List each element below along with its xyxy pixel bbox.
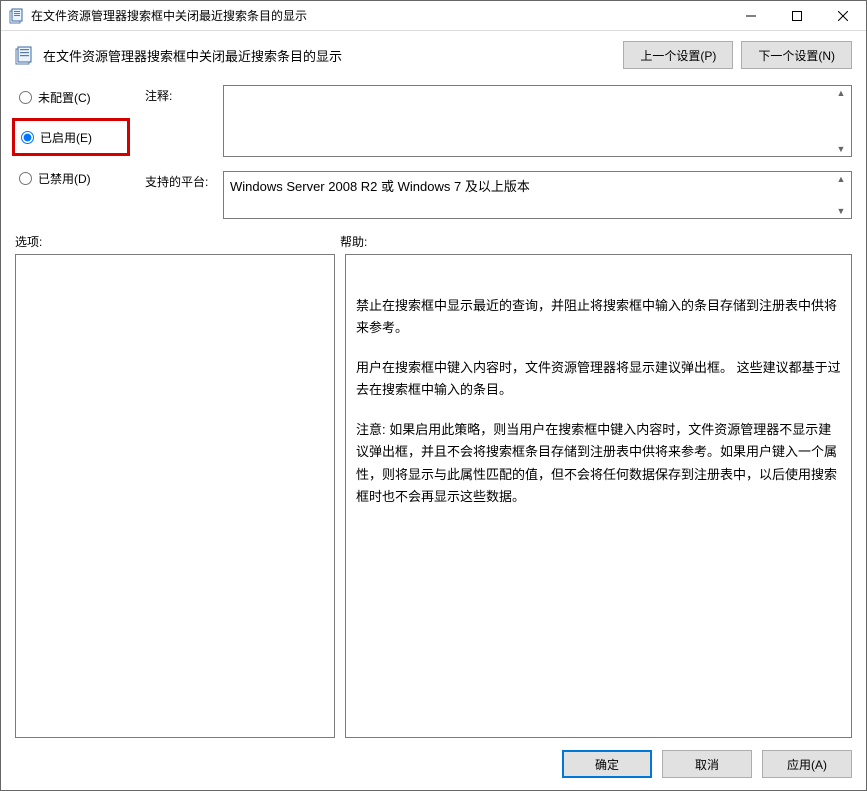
header-row: 在文件资源管理器搜索框中关闭最近搜索条目的显示 上一个设置(P) 下一个设置(N… <box>15 41 852 69</box>
help-label: 帮助: <box>340 233 367 250</box>
settings-sheet-icon <box>9 8 25 24</box>
cancel-button[interactable]: 取消 <box>662 750 752 778</box>
dialog-footer: 确定 取消 应用(A) <box>15 738 852 778</box>
apply-button[interactable]: 应用(A) <box>762 750 852 778</box>
chevron-down-icon: ▼ <box>837 206 846 216</box>
window-title: 在文件资源管理器搜索框中关闭最近搜索条目的显示 <box>31 7 728 24</box>
supported-value: Windows Server 2008 R2 或 Windows 7 及以上版本 <box>230 179 530 194</box>
help-paragraph: 注意: 如果启用此策略，则当用户在搜索框中键入内容时，文件资源管理器不显示建议弹… <box>356 419 841 507</box>
radio-enabled[interactable]: 已启用(E) <box>17 125 119 149</box>
help-paragraph: 禁止在搜索框中显示最近的查询，并阻止将搜索框中输入的条目存储到注册表中供将来参考… <box>356 295 841 339</box>
previous-setting-button[interactable]: 上一个设置(P) <box>623 41 733 69</box>
minimize-button[interactable] <box>728 1 774 30</box>
ok-button[interactable]: 确定 <box>562 750 652 778</box>
state-radio-group: 未配置(C) 已启用(E) 已禁用(D) <box>15 85 145 219</box>
radio-not-configured-label: 未配置(C) <box>38 89 91 106</box>
radio-disabled-label: 已禁用(D) <box>38 170 91 187</box>
supported-label: 支持的平台: <box>145 171 223 190</box>
supported-textarea: Windows Server 2008 R2 或 Windows 7 及以上版本… <box>223 171 852 219</box>
window-controls <box>728 1 866 30</box>
options-panel[interactable] <box>15 254 335 738</box>
close-button[interactable] <box>820 1 866 30</box>
chevron-up-icon: ▲ <box>837 174 846 184</box>
chevron-up-icon: ▲ <box>837 88 846 98</box>
scroll-indicator: ▲▼ <box>833 88 849 154</box>
help-panel[interactable]: 禁止在搜索框中显示最近的查询，并阻止将搜索框中输入的条目存储到注册表中供将来参考… <box>345 254 852 738</box>
radio-not-configured-input[interactable] <box>19 91 32 104</box>
radio-enabled-input[interactable] <box>21 131 34 144</box>
maximize-button[interactable] <box>774 1 820 30</box>
comment-label: 注释: <box>145 85 223 104</box>
radio-disabled[interactable]: 已禁用(D) <box>15 166 145 190</box>
titlebar: 在文件资源管理器搜索框中关闭最近搜索条目的显示 <box>1 1 866 31</box>
comment-row: 注释: ▲▼ <box>145 85 852 157</box>
fields-column: 注释: ▲▼ 支持的平台: Windows Server 2008 R2 或 W… <box>145 85 852 219</box>
policy-icon <box>15 45 35 65</box>
scroll-indicator: ▲▼ <box>833 174 849 216</box>
help-paragraph: 用户在搜索框中键入内容时，文件资源管理器将显示建议弹出框。 这些建议都基于过去在… <box>356 357 841 401</box>
radio-enabled-label: 已启用(E) <box>40 129 92 146</box>
chevron-down-icon: ▼ <box>837 144 846 154</box>
policy-title: 在文件资源管理器搜索框中关闭最近搜索条目的显示 <box>43 46 615 65</box>
options-label: 选项: <box>15 233 340 250</box>
content-area: 在文件资源管理器搜索框中关闭最近搜索条目的显示 上一个设置(P) 下一个设置(N… <box>1 31 866 790</box>
comment-textarea[interactable]: ▲▼ <box>223 85 852 157</box>
panels-row: 禁止在搜索框中显示最近的查询，并阻止将搜索框中输入的条目存储到注册表中供将来参考… <box>15 254 852 738</box>
highlight-box: 已启用(E) <box>12 118 130 156</box>
next-setting-button[interactable]: 下一个设置(N) <box>741 41 852 69</box>
radio-not-configured[interactable]: 未配置(C) <box>15 85 145 109</box>
supported-row: 支持的平台: Windows Server 2008 R2 或 Windows … <box>145 171 852 219</box>
mid-labels: 选项: 帮助: <box>15 233 852 250</box>
radio-disabled-input[interactable] <box>19 172 32 185</box>
top-section: 未配置(C) 已启用(E) 已禁用(D) 注释: <box>15 85 852 219</box>
gp-settings-dialog: 在文件资源管理器搜索框中关闭最近搜索条目的显示 在文件资源管理器搜索框中关闭最近… <box>0 0 867 791</box>
